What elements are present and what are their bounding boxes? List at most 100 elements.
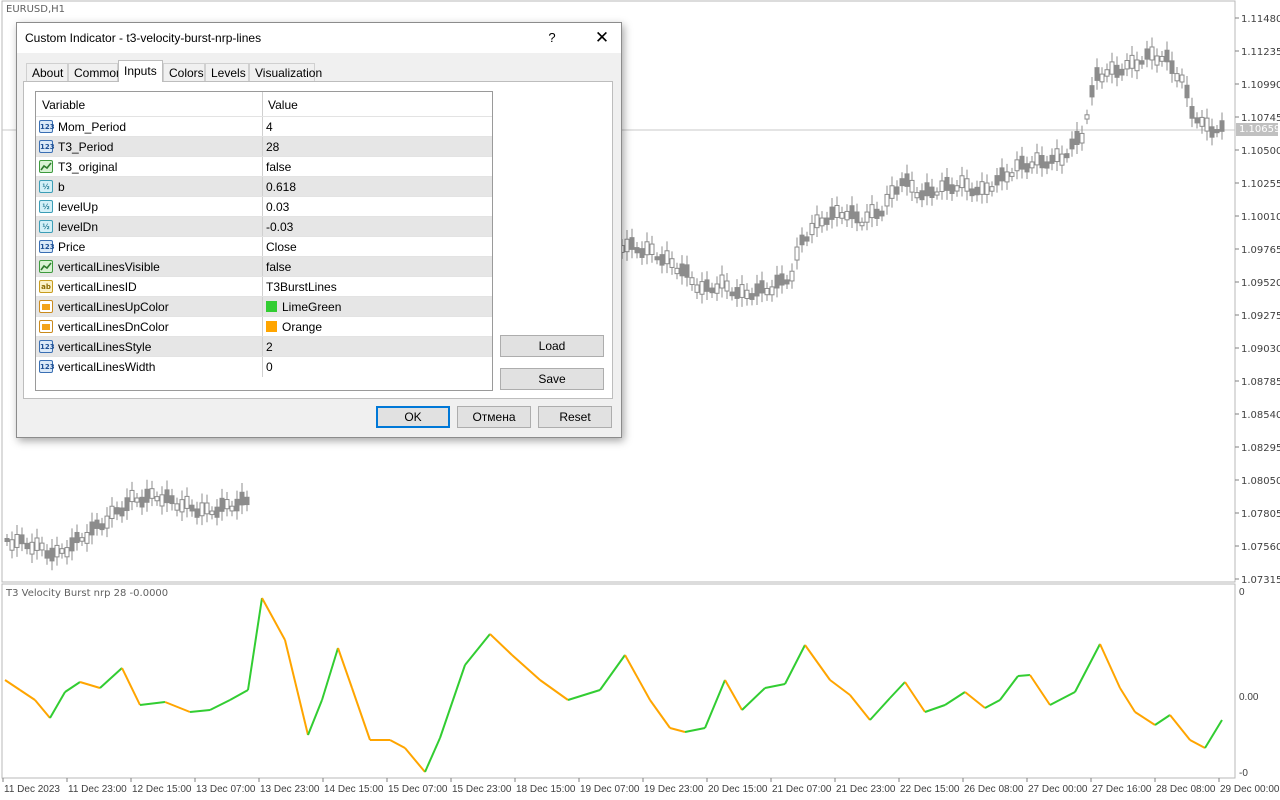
price-tick-label: 1.09275 <box>1241 311 1280 322</box>
param-row[interactable]: 123 T3_Period 28 <box>36 136 492 157</box>
indicator-segment-down <box>121 667 141 706</box>
param-row[interactable]: ½ b 0.618 <box>36 176 492 197</box>
candle-body <box>89 521 95 536</box>
indicator-segment-down <box>489 633 513 656</box>
param-value[interactable]: 2 <box>266 340 273 354</box>
candle-body <box>729 291 735 297</box>
tab-colors[interactable]: Colors <box>163 63 205 81</box>
param-value[interactable]: Close <box>266 240 297 254</box>
price-tick-label: 1.09520 <box>1241 278 1280 289</box>
price-tick-label: 1.07805 <box>1241 509 1280 520</box>
candle-body <box>44 550 50 559</box>
param-row[interactable]: 123 verticalLinesWidth 0 <box>36 356 492 377</box>
tab-levels[interactable]: Levels <box>205 63 249 81</box>
candle-body <box>154 496 160 502</box>
param-row[interactable]: 123 Mom_Period 4 <box>36 116 492 137</box>
tab-about[interactable]: About <box>26 63 68 81</box>
indicator-segment-down <box>829 679 851 696</box>
time-tick-label: 11 Dec 23:00 <box>68 784 127 795</box>
indicator-tick-label: 0 <box>1239 587 1245 598</box>
param-row[interactable]: ab verticalLinesID T3BurstLines <box>36 276 492 297</box>
indicator-segment-down <box>804 644 831 681</box>
candle-body <box>639 248 645 258</box>
time-tick-label: 20 Dec 15:00 <box>708 784 768 795</box>
candle-body <box>1164 49 1170 63</box>
inputs-grid[interactable]: Variable Value 123 Mom_Period 4 123 T3_Perio… <box>35 91 493 391</box>
tab-visualization[interactable]: Visualization <box>249 63 322 81</box>
time-tick-label: 11 Dec 2023 <box>4 784 60 795</box>
param-value[interactable]: 4 <box>266 120 273 134</box>
param-row[interactable]: verticalLinesVisible false <box>36 256 492 277</box>
param-value[interactable]: -0.03 <box>266 220 293 234</box>
param-value[interactable]: 0.618 <box>266 180 296 194</box>
param-value[interactable]: 28 <box>266 140 279 154</box>
color-swatch[interactable] <box>266 301 277 312</box>
param-value[interactable]: false <box>266 160 291 174</box>
candle-body <box>864 211 870 223</box>
param-name: verticalLinesID <box>58 280 137 294</box>
color-swatch[interactable] <box>266 321 277 332</box>
dialog-titlebar[interactable]: Custom Indicator - t3-velocity-burst-nrp… <box>17 23 621 53</box>
candle-body <box>624 238 630 253</box>
candle-body <box>654 256 660 261</box>
indicator-segment-down <box>1169 714 1191 741</box>
param-row[interactable]: 123 Price Close <box>36 236 492 257</box>
double-type-icon: ½ <box>39 220 53 233</box>
param-row[interactable]: verticalLinesDnColor Orange <box>36 316 492 337</box>
param-value[interactable]: Orange <box>282 320 322 334</box>
param-value[interactable]: LimeGreen <box>282 300 341 314</box>
candle-body <box>239 491 245 506</box>
candle-body <box>674 267 680 275</box>
param-row[interactable]: ½ levelDn -0.03 <box>36 216 492 237</box>
save-button[interactable]: Save <box>500 368 604 390</box>
time-tick-label: 14 Dec 15:00 <box>324 784 384 795</box>
candle-body <box>824 217 830 225</box>
param-row[interactable]: 123 verticalLinesStyle 2 <box>36 336 492 357</box>
cancel-button[interactable]: Отмена <box>457 406 531 428</box>
param-row[interactable]: verticalLinesUpColor LimeGreen <box>36 296 492 317</box>
candle-body <box>174 503 180 511</box>
tab-inputs[interactable]: Inputs <box>118 60 163 82</box>
candle-body <box>119 507 125 517</box>
param-row[interactable]: T3_original false <box>36 156 492 177</box>
candle-body <box>1109 61 1115 75</box>
candle-body <box>724 280 730 292</box>
help-button[interactable]: ? <box>537 23 567 53</box>
column-header-variable[interactable]: Variable <box>42 98 85 112</box>
param-value[interactable]: 0.03 <box>266 200 289 214</box>
candle-body <box>1129 54 1135 69</box>
param-name: levelDn <box>58 220 99 234</box>
candle-body <box>694 284 700 293</box>
candle-body <box>769 286 775 296</box>
price-tick-label: 1.08295 <box>1241 443 1280 454</box>
column-header-value[interactable]: Value <box>268 98 298 112</box>
candle-body <box>49 547 55 562</box>
load-button[interactable]: Load <box>500 335 604 357</box>
ok-button[interactable]: OK <box>376 406 450 428</box>
candle-body <box>744 289 750 300</box>
candle-body <box>1214 129 1220 134</box>
candle-body <box>54 544 60 558</box>
current-price-label: 1.10659 <box>1239 124 1280 135</box>
candle-body <box>1034 152 1040 166</box>
indicator-segment-down <box>1099 643 1121 689</box>
close-icon[interactable]: ✕ <box>583 23 621 53</box>
param-value[interactable]: 0 <box>266 360 273 374</box>
param-value[interactable]: false <box>266 260 291 274</box>
price-tick-label: 1.11480 <box>1241 14 1280 25</box>
candle-body <box>1119 68 1125 76</box>
indicator-segment-down <box>649 699 671 729</box>
param-row[interactable]: ½ levelUp 0.03 <box>36 196 492 217</box>
indicator-segment-up <box>999 675 1019 701</box>
cell-divider <box>262 137 263 157</box>
candle-body <box>144 488 150 503</box>
param-value[interactable]: T3BurstLines <box>266 280 337 294</box>
candle-body <box>634 247 640 254</box>
candle-body <box>749 293 755 300</box>
candle-body <box>919 190 925 201</box>
indicator-segment-up <box>924 704 946 713</box>
column-divider[interactable] <box>262 92 263 116</box>
reset-button[interactable]: Reset <box>538 406 612 428</box>
tab-common[interactable]: Common <box>68 63 123 81</box>
indicator-segment-down <box>34 699 51 719</box>
